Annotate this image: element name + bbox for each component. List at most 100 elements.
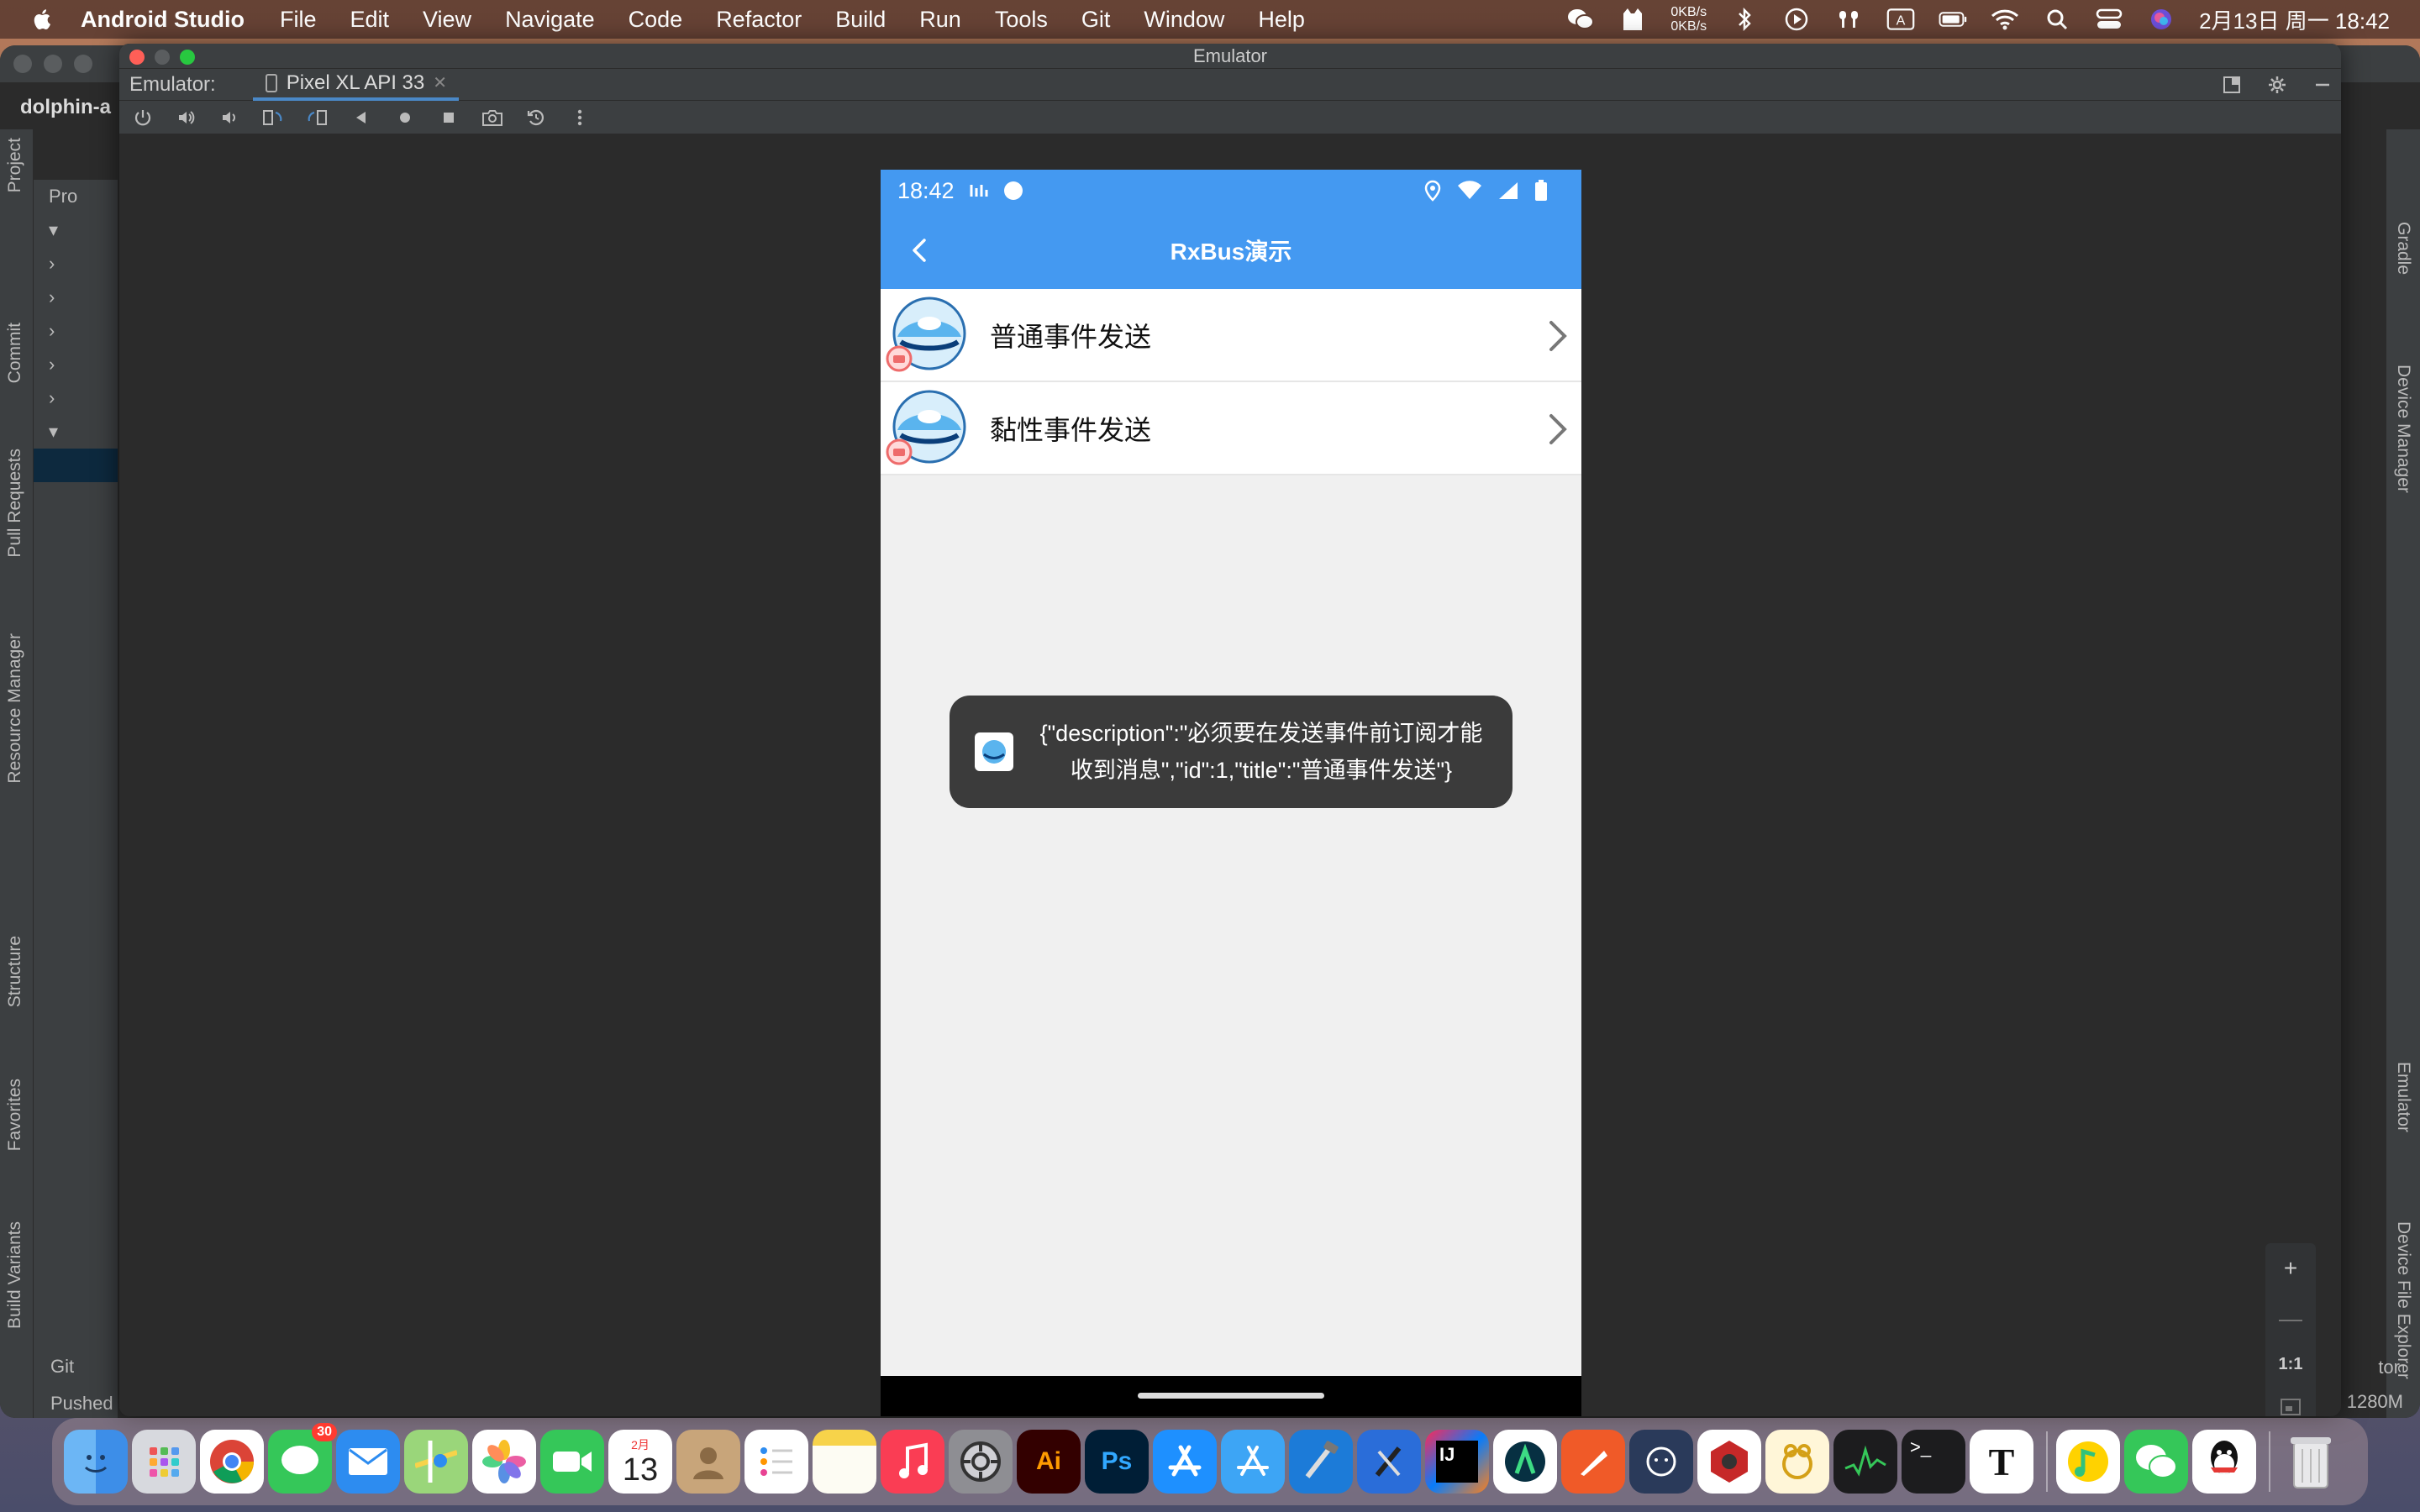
panel-title[interactable]: Pro xyxy=(34,180,118,213)
dock-trash[interactable] xyxy=(2279,1430,2343,1494)
dock-finder[interactable] xyxy=(64,1430,128,1494)
menu-run[interactable]: Run xyxy=(919,7,961,33)
dock-photoshop[interactable]: Ps xyxy=(1085,1430,1149,1494)
fit-screen-icon[interactable] xyxy=(2280,1398,2302,1416)
dock-wechat[interactable] xyxy=(2124,1430,2188,1494)
dock-intellij-idea[interactable]: IJ xyxy=(1425,1430,1489,1494)
git-tool-button[interactable]: Git xyxy=(50,1356,74,1378)
home-handle[interactable] xyxy=(1138,1393,1324,1399)
menu-window[interactable]: Window xyxy=(1144,7,1224,33)
dock-contacts[interactable] xyxy=(676,1430,740,1494)
overview-icon[interactable] xyxy=(434,102,464,133)
dock-instruments[interactable] xyxy=(1357,1430,1421,1494)
volume-up-icon[interactable] xyxy=(171,102,202,133)
tree-row[interactable]: › xyxy=(34,247,118,281)
wifi-icon[interactable] xyxy=(1991,7,2019,32)
zoom-in-icon[interactable]: + xyxy=(2284,1255,2297,1282)
volume-down-icon[interactable] xyxy=(215,102,245,133)
rotate-left-icon[interactable] xyxy=(259,102,289,133)
siri-icon[interactable] xyxy=(2147,7,2175,32)
dock-music[interactable] xyxy=(881,1430,944,1494)
tree-row[interactable]: › xyxy=(34,281,118,314)
dock-maps[interactable] xyxy=(404,1430,468,1494)
dock-system-preferences[interactable] xyxy=(949,1430,1013,1494)
tree-row[interactable]: ▾ xyxy=(34,415,118,449)
tool-emulator[interactable]: Emulator xyxy=(2393,1062,2413,1132)
dock-terminal[interactable]: >_ xyxy=(1902,1430,1965,1494)
dock-app-store[interactable] xyxy=(1153,1430,1217,1494)
wechat-status-icon[interactable] xyxy=(1566,7,1595,32)
close-tab-icon[interactable]: ✕ xyxy=(433,72,447,93)
menu-build[interactable]: Build xyxy=(835,7,886,33)
menu-file[interactable]: File xyxy=(280,7,317,33)
device-screen[interactable]: 18:42 RxBus演示 普通事件发送 黏性事件发送 {"descriptio… xyxy=(881,170,1581,1416)
tree-row[interactable]: › xyxy=(34,348,118,381)
list-item-sticky-event[interactable]: 黏性事件发送 xyxy=(881,382,1581,475)
minimize-panel-icon[interactable] xyxy=(2312,75,2333,95)
menu-tools[interactable]: Tools xyxy=(995,7,1048,33)
menu-git[interactable]: Git xyxy=(1081,7,1111,33)
tree-row[interactable]: › xyxy=(34,381,118,415)
menu-help[interactable]: Help xyxy=(1258,7,1305,33)
tree-row[interactable]: ▾ xyxy=(34,213,118,247)
cat-status-icon[interactable] xyxy=(1618,7,1647,32)
control-center-icon[interactable] xyxy=(2095,7,2123,32)
list-item-normal-event[interactable]: 普通事件发送 xyxy=(881,289,1581,382)
dock-messages[interactable]: 30 xyxy=(268,1423,337,1494)
tool-resource-manager[interactable]: Resource Manager xyxy=(5,633,25,784)
menu-view[interactable]: View xyxy=(423,7,471,33)
app-name[interactable]: Android Studio xyxy=(81,7,245,33)
dock-activity-monitor[interactable] xyxy=(1833,1430,1897,1494)
bluetooth-icon[interactable] xyxy=(1730,7,1759,32)
spotlight-search-icon[interactable] xyxy=(2043,7,2071,32)
menu-refactor[interactable]: Refactor xyxy=(716,7,802,33)
minimize-icon[interactable] xyxy=(155,50,170,65)
input-method-icon[interactable]: A xyxy=(1886,7,1915,32)
tool-gradle[interactable]: Gradle xyxy=(2393,222,2413,275)
play-status-icon[interactable] xyxy=(1782,7,1811,32)
zoom-actual-size-button[interactable]: 1:1 xyxy=(2279,1355,2303,1374)
tool-device-manager[interactable]: Device Manager xyxy=(2393,365,2413,493)
menu-code[interactable]: Code xyxy=(629,7,683,33)
tool-commit[interactable]: Commit xyxy=(5,323,25,383)
dock-photos[interactable] xyxy=(472,1430,536,1494)
tab-pixel-xl[interactable]: Pixel XL API 33 ✕ xyxy=(252,69,460,101)
project-name[interactable]: dolphin-a xyxy=(20,96,111,119)
zoom-out-icon[interactable]: — xyxy=(2279,1305,2302,1332)
dock-lark[interactable] xyxy=(1765,1430,1829,1494)
tool-device-file-explorer[interactable]: Device File Explorer xyxy=(2393,1221,2413,1379)
dock-xcode[interactable] xyxy=(1289,1430,1353,1494)
dock-launchpad[interactable] xyxy=(132,1430,196,1494)
power-icon[interactable] xyxy=(128,102,158,133)
tool-favorites[interactable]: Favorites xyxy=(5,1079,25,1151)
dock-reminders[interactable] xyxy=(744,1430,808,1494)
close-icon[interactable] xyxy=(129,50,145,65)
dock-typora[interactable]: T xyxy=(1970,1430,2033,1494)
dock-qq[interactable] xyxy=(2192,1430,2256,1494)
airpods-icon[interactable] xyxy=(1834,7,1863,32)
dock-notes[interactable] xyxy=(813,1430,876,1494)
apple-icon[interactable] xyxy=(30,7,55,32)
right-tool-fragment[interactable]: tor xyxy=(2378,1357,2400,1378)
camera-icon[interactable] xyxy=(477,102,508,133)
tree-row-selected[interactable] xyxy=(34,449,118,482)
more-icon[interactable] xyxy=(565,102,595,133)
dock-calendar[interactable]: 2月 13 xyxy=(608,1430,672,1494)
layout-icon[interactable] xyxy=(2222,75,2242,95)
dock-mail[interactable] xyxy=(336,1430,400,1494)
menu-navigate[interactable]: Navigate xyxy=(505,7,595,33)
dock-facetime[interactable] xyxy=(540,1430,604,1494)
close-icon[interactable] xyxy=(13,55,32,73)
tree-row[interactable]: › xyxy=(34,314,118,348)
dock-chatgpt[interactable] xyxy=(1629,1430,1693,1494)
memory-indicator[interactable]: 1280M xyxy=(2347,1391,2403,1413)
battery-icon[interactable] xyxy=(1939,7,1967,32)
tool-pull-requests[interactable]: Pull Requests xyxy=(5,449,25,558)
dock-chrome[interactable] xyxy=(200,1430,264,1494)
minimize-icon[interactable] xyxy=(44,55,62,73)
back-icon[interactable] xyxy=(346,102,376,133)
tool-build-variants[interactable]: Build Variants xyxy=(5,1221,25,1329)
home-icon[interactable] xyxy=(390,102,420,133)
zoom-icon[interactable] xyxy=(180,50,195,65)
snapshot-icon[interactable] xyxy=(521,102,551,133)
